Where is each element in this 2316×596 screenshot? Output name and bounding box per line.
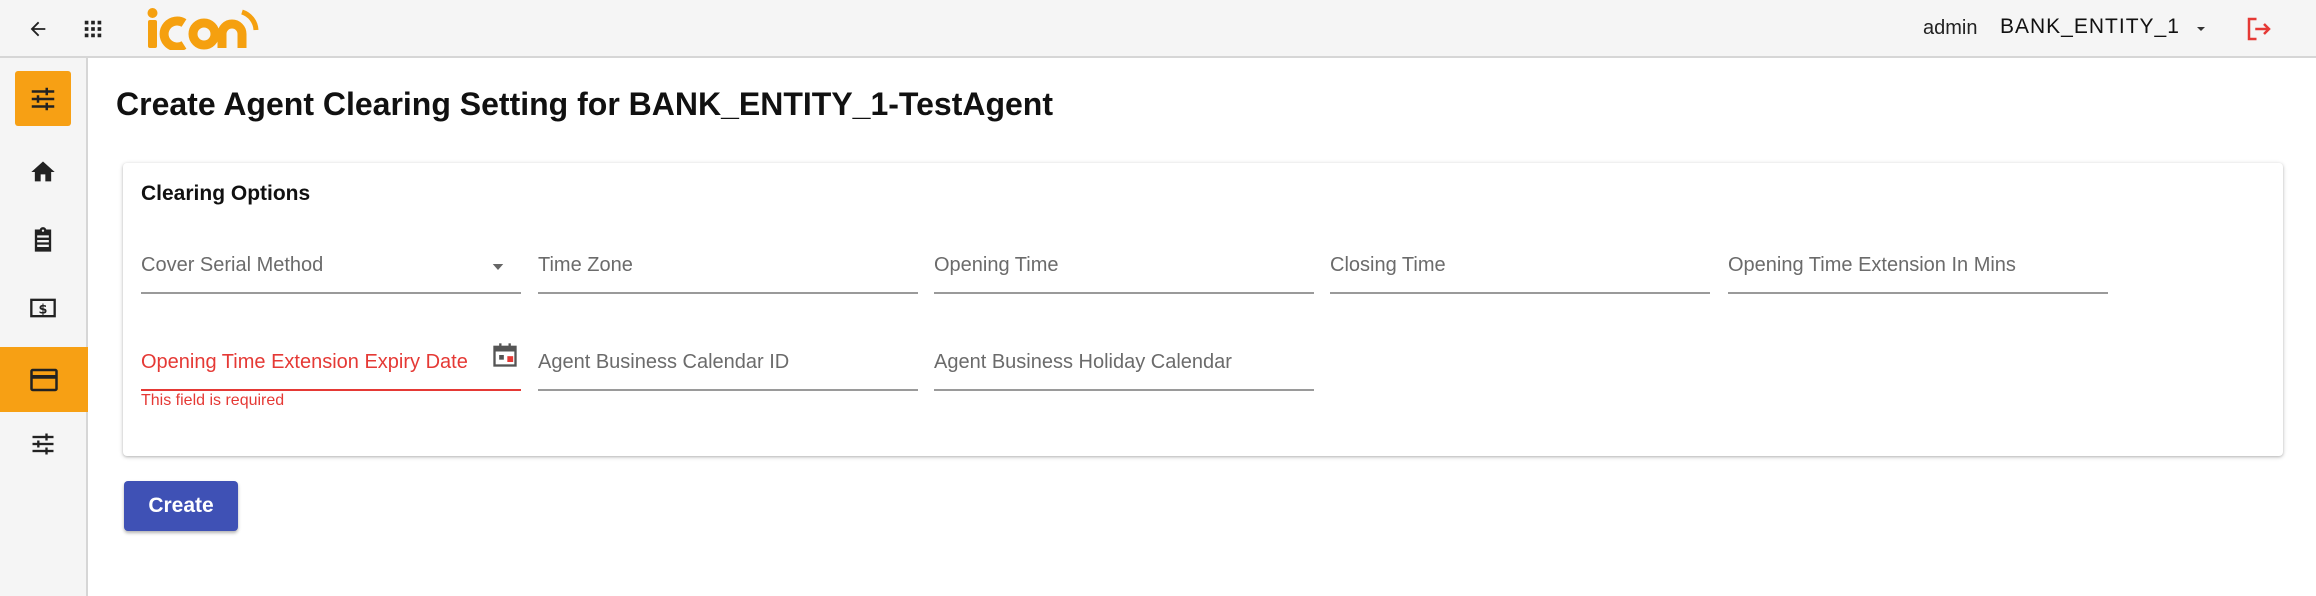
sidebar-item-clipboard[interactable] bbox=[15, 212, 71, 267]
icon-logo: icon bbox=[146, 5, 260, 51]
cover-serial-method-label: Cover Serial Method bbox=[141, 254, 324, 276]
money-icon: $ bbox=[30, 298, 56, 317]
calendar-icon[interactable] bbox=[491, 341, 519, 369]
time-zone-field[interactable]: Time Zone bbox=[538, 244, 918, 294]
username: admin bbox=[1923, 17, 1978, 39]
back-arrow-icon[interactable] bbox=[21, 12, 55, 46]
apps-grid-icon[interactable] bbox=[76, 12, 110, 46]
agent-business-holiday-calendar-field[interactable]: Agent Business Holiday Calendar bbox=[934, 341, 1314, 391]
tune-icon bbox=[32, 433, 54, 454]
cover-serial-method-select[interactable]: Cover Serial Method bbox=[141, 244, 521, 294]
sidebar-item-home[interactable] bbox=[15, 144, 71, 199]
sidebar-item-money[interactable]: $ bbox=[15, 280, 71, 335]
home-icon bbox=[31, 161, 55, 181]
opening-time-extension-mins-label: Opening Time Extension In Mins bbox=[1728, 254, 2016, 276]
sidebar-item-tune[interactable] bbox=[15, 416, 71, 471]
closing-time-field[interactable]: Closing Time bbox=[1330, 244, 1710, 294]
sidebar: $ bbox=[0, 58, 88, 596]
sidebar-item-card[interactable] bbox=[0, 347, 88, 412]
logout-icon[interactable] bbox=[2242, 12, 2276, 46]
credit-card-icon bbox=[30, 368, 58, 391]
agent-business-holiday-calendar-label: Agent Business Holiday Calendar bbox=[934, 351, 1232, 373]
opening-time-label: Opening Time bbox=[934, 254, 1059, 276]
page-title: Create Agent Clearing Setting for BANK_E… bbox=[116, 86, 1053, 122]
agent-business-calendar-id-field[interactable]: Agent Business Calendar ID bbox=[538, 341, 918, 391]
dropdown-arrow-icon[interactable] bbox=[489, 258, 507, 276]
clipboard-icon bbox=[34, 226, 52, 252]
closing-time-label: Closing Time bbox=[1330, 254, 1446, 276]
sliders-icon bbox=[31, 87, 55, 110]
agent-business-calendar-id-label: Agent Business Calendar ID bbox=[538, 351, 790, 373]
time-zone-label: Time Zone bbox=[538, 254, 633, 276]
opening-time-extension-expiry-date-field[interactable]: Opening Time Extension Expiry Date bbox=[141, 341, 521, 391]
clearing-options-card bbox=[123, 163, 2283, 456]
entity-selector[interactable]: BANK_ENTITY_1 bbox=[2000, 15, 2180, 39]
top-bar: icon admin BANK_ENTITY_1 bbox=[0, 0, 2316, 58]
opening-time-extension-expiry-date-label: Opening Time Extension Expiry Date bbox=[141, 351, 468, 373]
create-button[interactable]: Create bbox=[124, 481, 238, 531]
opening-time-extension-mins-field[interactable]: Opening Time Extension In Mins bbox=[1728, 244, 2108, 294]
opening-time-field[interactable]: Opening Time bbox=[934, 244, 1314, 294]
logo-mark bbox=[147, 8, 259, 50]
error-message: This field is required bbox=[141, 392, 285, 409]
section-title: Clearing Options bbox=[141, 182, 311, 205]
sidebar-item-settings[interactable] bbox=[15, 71, 71, 126]
svg-text:$: $ bbox=[39, 302, 48, 317]
chevron-down-icon[interactable] bbox=[2184, 12, 2218, 46]
